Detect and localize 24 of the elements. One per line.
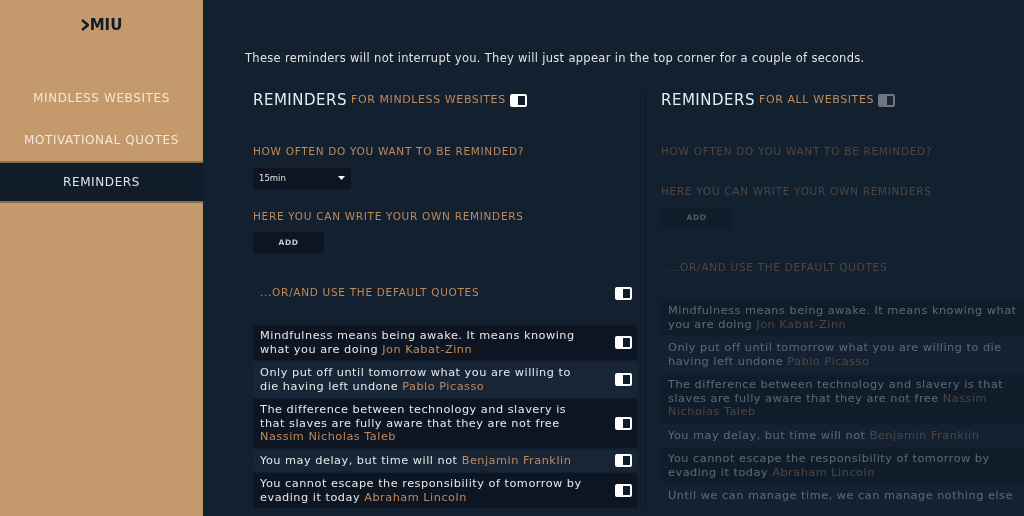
chevron-icon	[80, 19, 89, 32]
frequency-dropdown[interactable]: 15min	[253, 167, 351, 189]
logo-text: MIU	[89, 15, 123, 36]
quote-text: Until we can manage time, we can manage nothing else	[668, 489, 1014, 503]
section-label: ...OR/AND USE THE DEFAULT QUOTES	[260, 285, 480, 301]
quote-text: Mindfulness means being awake. It means knowing what you are doing Jon Kabat-Zinn	[668, 304, 1018, 331]
quote-text: Mindfulness means being awake. It means knowing what you are doing Jon Kabat-Zinn	[260, 329, 576, 356]
quote-text: The difference between technology and slavery is that slaves are fully aware that they are not free Nassim Nicholas Taleb	[668, 378, 1005, 419]
quote-text: The difference between technology and slavery is that slaves are fully aware that they are not free Nassim Nicholas Taleb	[260, 403, 568, 444]
quote-text: Only put off until tomorrow what you are willing to die having left undone Pablo Picasso	[260, 366, 572, 393]
panel-title: REMINDERS	[253, 90, 347, 112]
quote-text: You cannot escape the responsibility of tomorrow by evading it today Abraham Lincoln	[668, 452, 991, 479]
panel-subtitle: FOR MINDLESS WEBSITES	[350, 92, 506, 109]
panel-subtitle: FOR ALL WEBSITES	[758, 92, 875, 109]
section-label: HERE YOU CAN WRITE YOUR OWN REMINDERS	[253, 208, 525, 224]
quote-text: You may delay, but time will not Benjamin Franklin	[260, 453, 573, 467]
section-label: ...OR/AND USE THE DEFAULT QUOTES	[668, 260, 888, 276]
quote-text: You cannot escape the responsibility of tomorrow by evading it today Abraham Lincoln	[260, 477, 583, 504]
intro-text: These reminders will not interrupt you. They will just appear in the top corner for a couple of seconds.	[245, 50, 866, 67]
sidebar-item[interactable]: REMINDERS	[0, 160, 203, 203]
panel-title: REMINDERS	[661, 90, 755, 112]
toggle-switch[interactable]	[878, 94, 896, 107]
question-label: HOW OFTEN DO YOU WANT TO BE REMINDED?	[253, 143, 526, 159]
caret-icon	[338, 176, 345, 180]
